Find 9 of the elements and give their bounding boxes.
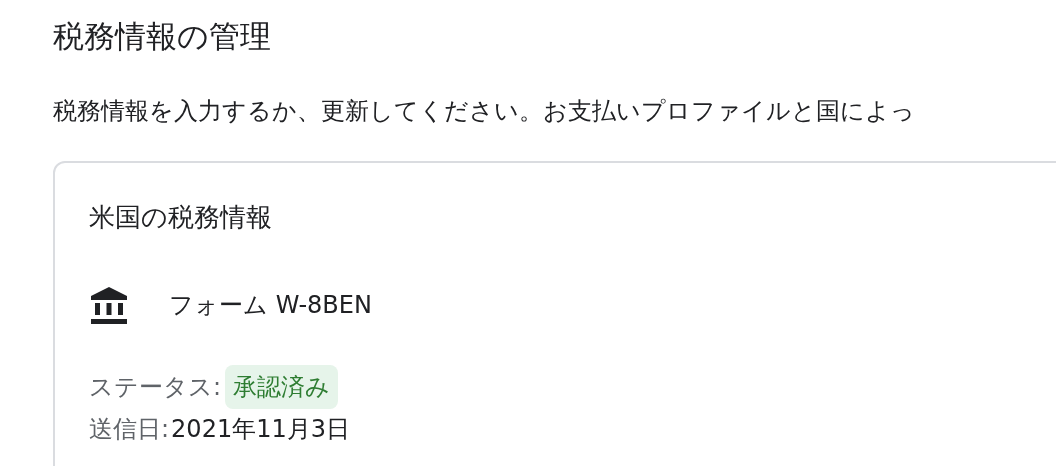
card-title: 米国の税務情報 [89, 201, 273, 234]
bank-icon [89, 285, 129, 325]
field-value: 2021年11月3日 [171, 414, 350, 445]
field-label: ステータス: [89, 372, 222, 403]
page-title: 税務情報の管理 [53, 17, 272, 56]
status-badge: 承認済み [225, 365, 339, 409]
field-label: 送信日: [89, 414, 170, 445]
description-text: 税務情報を入力するか、更新してください。お支払いプロファイルと国によっ [53, 96, 916, 127]
form-name: フォーム W-8BEN [169, 290, 372, 321]
